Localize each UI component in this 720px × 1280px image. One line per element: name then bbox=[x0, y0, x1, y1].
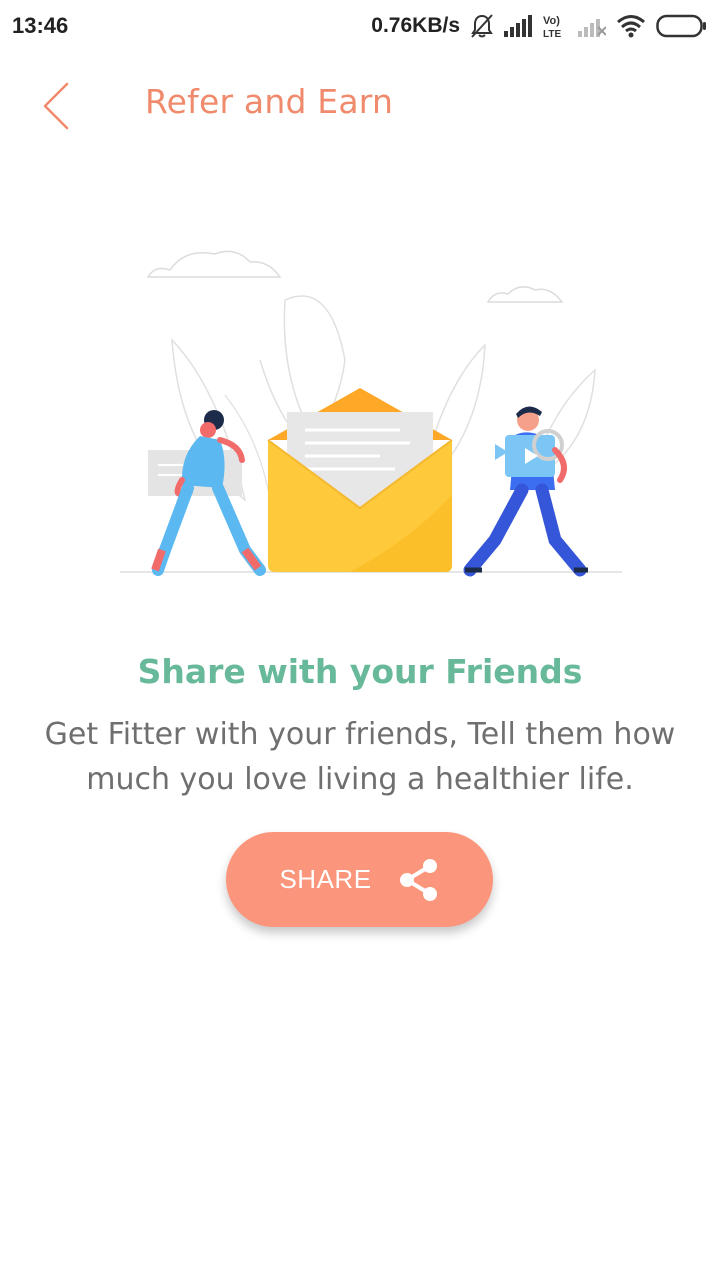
status-bar: 13:46 0.76KB/s Vo) LTE bbox=[0, 0, 720, 52]
volte-icon: Vo) LTE bbox=[543, 15, 561, 39]
svg-text:Vo): Vo) bbox=[543, 15, 560, 27]
back-button[interactable] bbox=[28, 76, 84, 136]
share-icon bbox=[399, 858, 437, 901]
share-button-label: SHARE bbox=[279, 864, 372, 894]
status-time: 13:46 bbox=[12, 13, 69, 38]
wifi-icon bbox=[617, 15, 645, 38]
share-description: Get Fitter with your friends, Tell them … bbox=[44, 717, 676, 797]
chevron-left-icon bbox=[43, 82, 69, 130]
share-button[interactable]: SHARE bbox=[226, 832, 493, 927]
svg-text:LTE: LTE bbox=[543, 29, 561, 39]
signal-icon bbox=[504, 15, 532, 37]
battery-icon bbox=[656, 14, 706, 38]
signal-weak-icon bbox=[578, 19, 606, 37]
app-bar: Refer and Earn bbox=[0, 60, 720, 152]
share-headline: Share with your Friends bbox=[137, 652, 583, 691]
page-title: Refer and Earn bbox=[145, 82, 394, 121]
network-speed: 0.76KB/s bbox=[371, 14, 460, 37]
refer-illustration bbox=[120, 250, 622, 577]
status-icons: 0.76KB/s Vo) LTE bbox=[371, 13, 708, 39]
bell-off-icon bbox=[471, 14, 493, 38]
